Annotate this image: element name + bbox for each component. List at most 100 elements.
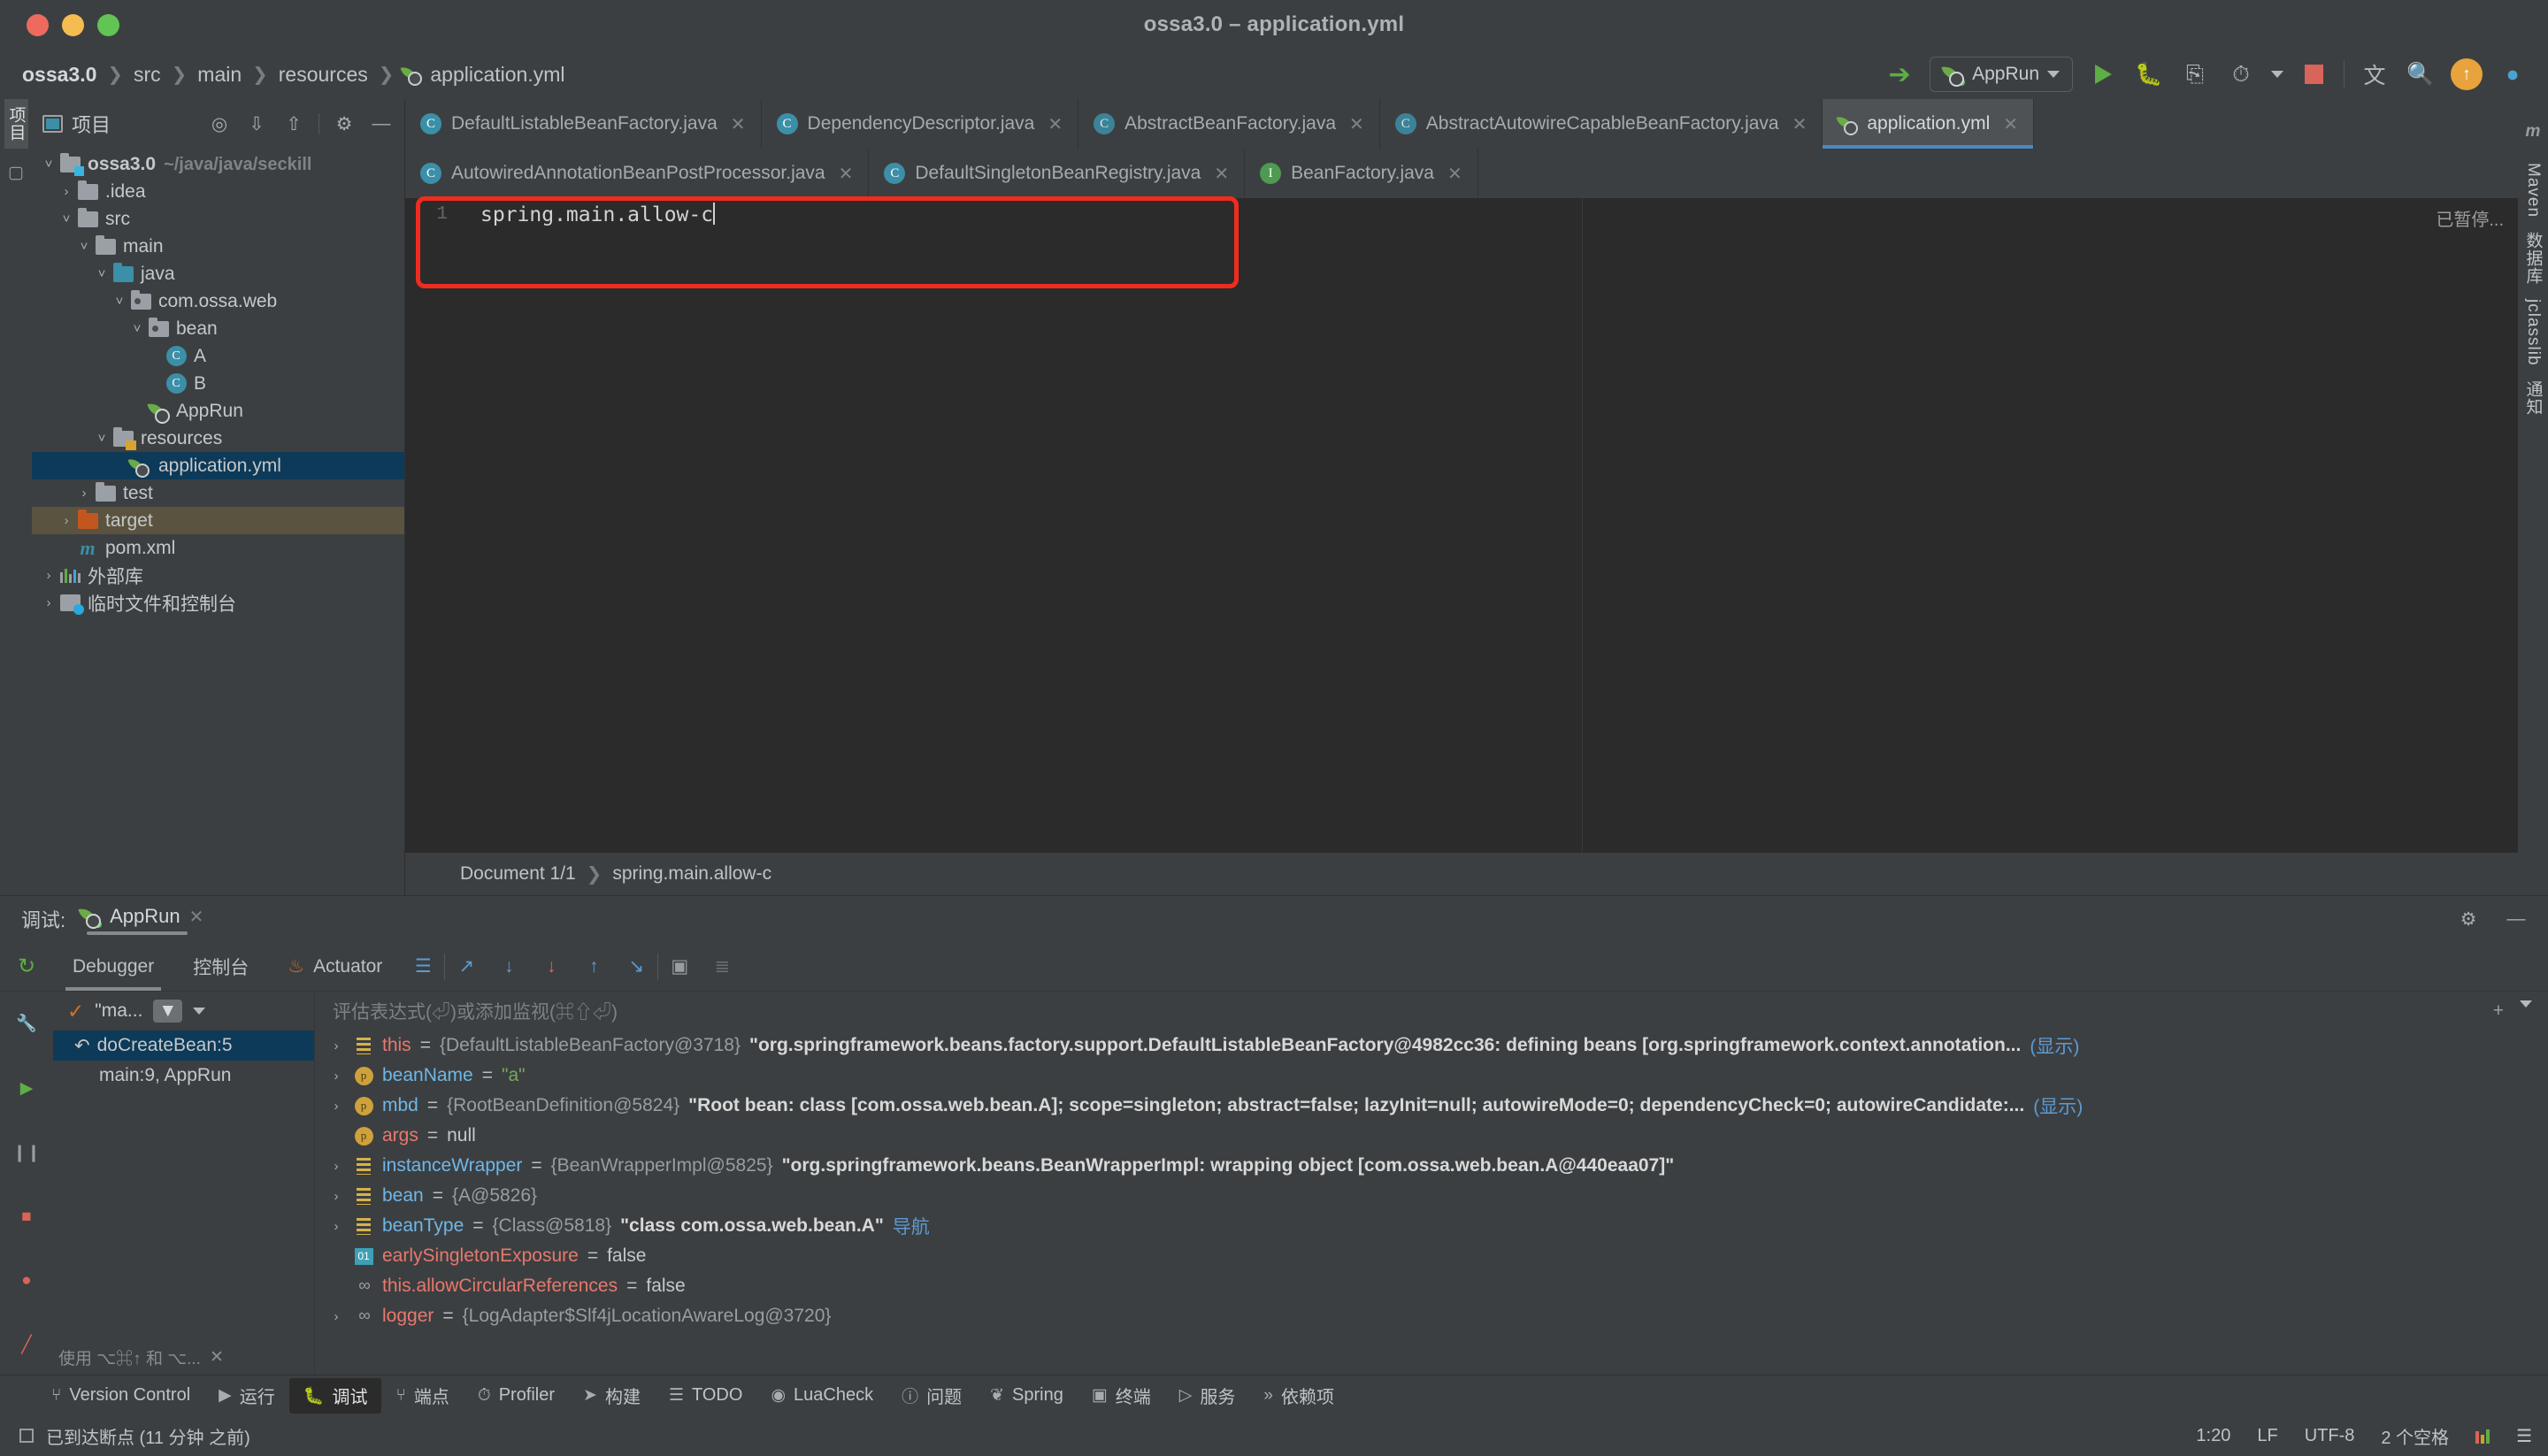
chevron-down-icon[interactable] [2520,1000,2532,1008]
breadcrumb-item-file[interactable]: application.yml [427,63,567,87]
tree-node-bean[interactable]: ˅ bean [32,315,404,342]
chevron-down-icon[interactable]: ˅ [39,157,58,172]
breadcrumb-item-src[interactable]: src [131,63,164,87]
expand-chevron-icon[interactable]: › [327,1219,345,1234]
editor-tab-DefaultSingletonBeanRegistry[interactable]: C DefaultSingletonBeanRegistry.java ✕ [869,149,1246,198]
tool-window-button-构建[interactable]: ➤ 构建 [569,1378,655,1414]
close-icon[interactable]: ✕ [839,163,854,185]
ai-assistant-icon[interactable]: ● [2497,58,2529,90]
chevron-down-icon[interactable]: ˅ [110,294,129,309]
resume-icon[interactable]: ▶ [15,1078,38,1099]
search-icon[interactable]: 🔍 [2405,58,2437,90]
close-icon[interactable]: ✕ [731,113,746,135]
tool-window-button-profiler[interactable]: ⏱ Profiler [464,1378,569,1414]
tab-debugger[interactable]: Debugger [53,942,173,991]
stop-icon[interactable]: ■ [15,1207,38,1227]
frames-list[interactable]: ↶ doCreateBean:5 main:9, AppRun [53,1031,314,1091]
tree-node-pom.xml[interactable]: m pom.xml [32,534,404,562]
sidebar-item-maven[interactable]: Maven [2523,156,2543,225]
line-separator[interactable]: LF [2257,1426,2277,1446]
add-watch-icon[interactable]: + [2493,1000,2504,1022]
close-icon[interactable]: ✕ [1048,113,1063,135]
hide-panel-icon[interactable]: — [369,111,394,136]
notifications-icon[interactable]: ☰ [2516,1425,2532,1447]
tool-window-button-luacheck[interactable]: ◉ LuaCheck [756,1378,887,1414]
mute-breakpoints-icon[interactable]: ╱ [15,1335,38,1355]
evaluate-expression-input[interactable]: 评估表达式(⏎)或添加监视(⌘⇧⏎) + [315,992,2548,1031]
gear-icon[interactable]: ⚙ [332,111,357,136]
tool-window-button-服务[interactable]: ▷ 服务 [1165,1378,1250,1414]
locate-icon[interactable]: ◎ [207,111,232,136]
expand-chevron-icon[interactable]: › [327,1069,345,1084]
tree-node-java[interactable]: ˅ java [32,260,404,287]
hide-panel-icon[interactable]: — [2504,907,2529,931]
step-over-icon[interactable]: ↗ [452,953,480,981]
tool-window-button-运行[interactable]: ▶ 运行 [204,1378,289,1414]
debug-session-tab[interactable]: AppRun ✕ [80,905,204,935]
expand-chevron-icon[interactable]: › [327,1309,345,1324]
filter-icon[interactable]: ▼ [153,1000,183,1023]
editor-tab-application[interactable]: application.yml ✕ [1823,99,2035,149]
expand-chevron-icon[interactable]: › [327,1099,345,1114]
variable-row[interactable]: › p beanName = "a" [315,1061,2548,1091]
debug-icon[interactable]: 🐛 [2133,58,2165,90]
collapse-all-icon[interactable]: ⇧ [281,111,306,136]
translate-icon[interactable]: 文 [2359,58,2391,90]
variable-row[interactable]: › ∞ logger = {LogAdapter$Slf4jLocationAwareL… [315,1301,2548,1331]
tree-node-[interactable]: › 外部库 [32,562,404,589]
variable-row[interactable]: › beanType = {Class@5818} "class com.ossa.we… [315,1211,2548,1241]
variable-row[interactable]: › bean = {A@5826} [315,1181,2548,1211]
variable-row[interactable]: › p mbd = {RootBeanDefinition@5824} "Root bea… [315,1091,2548,1121]
chevron-right-icon[interactable]: › [74,486,94,501]
tool-window-button-调试[interactable]: 🐛 调试 [288,1377,382,1414]
tree-node-com.ossa.web[interactable]: ˅ com.ossa.web [32,287,404,315]
editor-gutter[interactable]: 1 [405,198,460,895]
variable-row[interactable]: ∞ this.allowCircularReferences = false [315,1271,2548,1301]
breadcrumb-item-main[interactable]: main [195,63,244,87]
chevron-down-icon[interactable]: ˅ [74,239,94,254]
editor-tabs-row-1[interactable]: C DefaultListableBeanFactory.java ✕ C Depend… [405,99,2518,149]
chevron-right-icon[interactable]: › [57,184,76,199]
chevron-down-icon[interactable]: ˅ [92,266,111,281]
tool-window-button-端点[interactable]: ⑂ 端点 [381,1378,463,1414]
tool-window-button-终端[interactable]: ▣ 终端 [1078,1378,1165,1414]
chevron-down-icon[interactable]: ˅ [127,321,147,336]
settings-icon[interactable]: ≣ [708,953,736,981]
tree-node-resources[interactable]: ˅ resources [32,425,404,452]
code-editor[interactable]: 1 spring.main.allow-c 已暂停... Document 1/… [405,196,2518,895]
variable-action-link[interactable]: (显示) [2033,1092,2083,1119]
chevron-down-icon[interactable]: ˅ [57,211,76,226]
expand-all-icon[interactable]: ⇩ [244,111,269,136]
editor-tab-AbstractBeanFactory[interactable]: C AbstractBeanFactory.java ✕ [1078,99,1380,149]
tree-node-B[interactable]: CB [32,370,404,397]
stop-icon[interactable] [2298,58,2329,90]
tree-node-AppRun[interactable]: AppRun [32,397,404,425]
editor-tabs-row-2[interactable]: C AutowiredAnnotationBeanPostProcessor.ja… [405,149,2518,198]
inspection-widget-icon[interactable] [2475,1428,2490,1444]
editor-breadcrumb-key[interactable]: spring.main.allow-c [612,863,771,885]
project-tree[interactable]: ˅ ossa3.0 ~/java/java/seckill › .idea ˅ src ˅ ma… [32,149,404,617]
editor-breadcrumb-document[interactable]: Document 1/1 [460,863,576,885]
tool-window-button-依赖项[interactable]: » 依赖项 [1249,1378,1348,1414]
build-icon[interactable]: ➔ [1884,58,1915,90]
close-icon[interactable]: ✕ [1349,113,1364,135]
tree-node-[interactable]: › 临时文件和控制台 [32,589,404,617]
close-icon[interactable]: ✕ [1792,113,1807,135]
run-icon[interactable] [2087,58,2119,90]
close-icon[interactable]: ✕ [210,1347,224,1368]
bottom-tool-window-bar[interactable]: ⑂ Version Control ▶ 运行 🐛 调试 ⑂ 端点 ⏱ Profiler ➤ 构建 ☰ TO… [0,1375,2548,1415]
stack-frame-row[interactable]: ↶ doCreateBean:5 [53,1031,314,1061]
variables-list[interactable]: › this = {DefaultListableBeanFactory@3718} "… [315,1031,2548,1331]
commit-icon[interactable]: ▢ [4,161,27,184]
tree-node-.idea[interactable]: › .idea [32,178,404,205]
tool-window-button-问题[interactable]: ⓘ 问题 [887,1378,976,1414]
sidebar-item-project[interactable]: 项目 [4,99,28,149]
editor-tab-DependencyDescriptor[interactable]: C DependencyDescriptor.java ✕ [762,99,1079,149]
sidebar-item-database[interactable]: 数据库 [2521,225,2545,292]
tab-actuator[interactable]: ♨ Actuator [268,942,402,991]
close-icon[interactable]: ✕ [189,906,204,928]
debug-toolbar[interactable]: ↻ Debugger 控制台 ♨ Actuator ☰ ↗ ↓ ↓ ↑ ↘ ▣ … [0,942,2548,992]
breadcrumb-item-resources[interactable]: resources [276,63,371,87]
run-with-coverage-icon[interactable]: ⎘ [2179,58,2211,90]
variable-row[interactable]: 01 earlySingletonExposure = false [315,1241,2548,1271]
